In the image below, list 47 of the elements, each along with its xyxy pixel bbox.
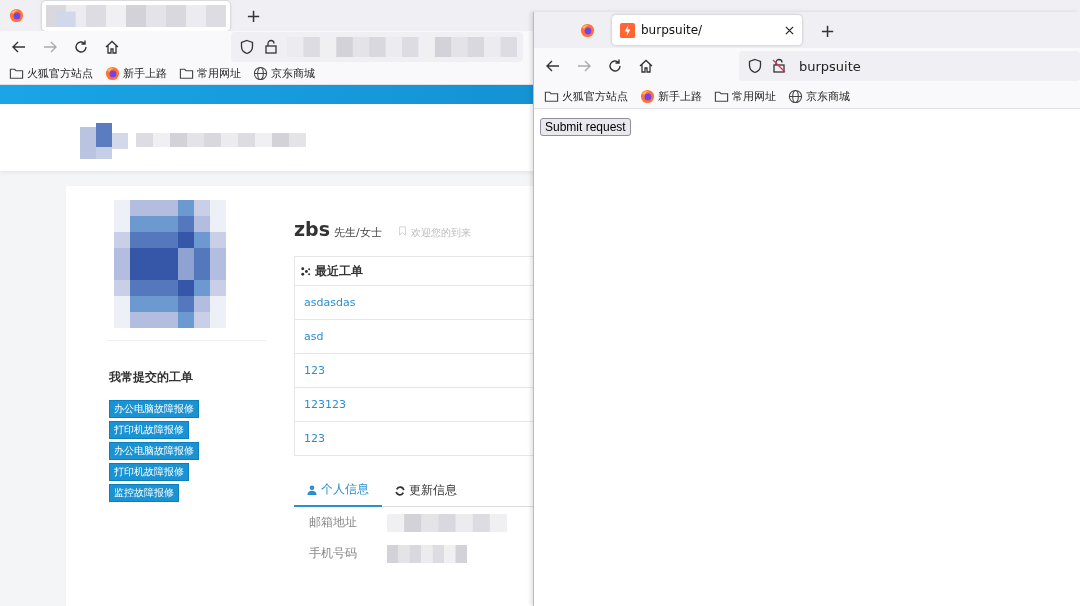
bookmark[interactable]: 京东商城 — [253, 65, 315, 81]
bookmark[interactable]: 新手上路 — [105, 65, 167, 81]
salutation: 先生/女士 — [333, 225, 382, 240]
field-label: 手机号码 — [309, 545, 357, 562]
lock-icon — [263, 39, 279, 56]
back-icon[interactable] — [545, 58, 561, 74]
ticket-link[interactable]: 123 — [304, 432, 325, 445]
profile-tab[interactable]: 更新信息 — [382, 476, 470, 507]
firefox-icon — [8, 8, 24, 24]
shield-icon[interactable] — [747, 58, 763, 74]
user-icon — [307, 484, 317, 495]
home-icon[interactable] — [638, 58, 654, 74]
bookmark-icon — [397, 226, 407, 236]
home-icon[interactable] — [104, 39, 120, 56]
firefox-icon — [105, 65, 120, 81]
field-label: 邮箱地址 — [309, 514, 357, 531]
ticket-link[interactable]: asdasdas — [304, 296, 356, 309]
bookmark[interactable]: 火狐官方站点 — [9, 65, 93, 81]
firefox-icon — [640, 88, 655, 104]
globe-icon — [253, 65, 268, 81]
lightning-icon — [620, 22, 635, 38]
bookmark[interactable]: 火狐官方站点 — [544, 88, 628, 104]
bookmark[interactable]: 常用网址 — [179, 65, 241, 81]
insecure-lock-icon — [771, 58, 787, 74]
close-icon[interactable] — [785, 25, 794, 35]
new-tab-button[interactable]: + — [810, 19, 846, 41]
firefox-icon — [579, 22, 595, 38]
panel-title: 最近工单 — [315, 262, 363, 280]
ticket-link[interactable]: asd — [304, 330, 324, 343]
shield-icon[interactable] — [239, 39, 255, 56]
sparkle-icon — [300, 265, 311, 277]
address-bar[interactable]: burpsuite — [739, 51, 1080, 81]
globe-icon — [788, 88, 803, 104]
bookmark[interactable]: 新手上路 — [640, 88, 702, 104]
bookmark[interactable]: 京东商城 — [788, 88, 850, 104]
refresh-icon — [395, 485, 405, 496]
submit-button[interactable]: Submit request — [540, 118, 631, 136]
bookmark[interactable]: 常用网址 — [714, 88, 776, 104]
reload-icon[interactable] — [607, 58, 623, 74]
new-tab-button[interactable]: + — [236, 5, 272, 27]
ticket-link[interactable]: 123 — [304, 364, 325, 377]
ticket-link[interactable]: 123123 — [304, 398, 346, 411]
reload-icon[interactable] — [73, 39, 89, 56]
profile-tab[interactable]: 个人信息 — [294, 476, 382, 507]
user-name: zbs — [294, 218, 330, 240]
section-title: 我常提交的工单 — [109, 369, 194, 386]
browser-tab[interactable]: burpsuite/ — [612, 15, 802, 45]
